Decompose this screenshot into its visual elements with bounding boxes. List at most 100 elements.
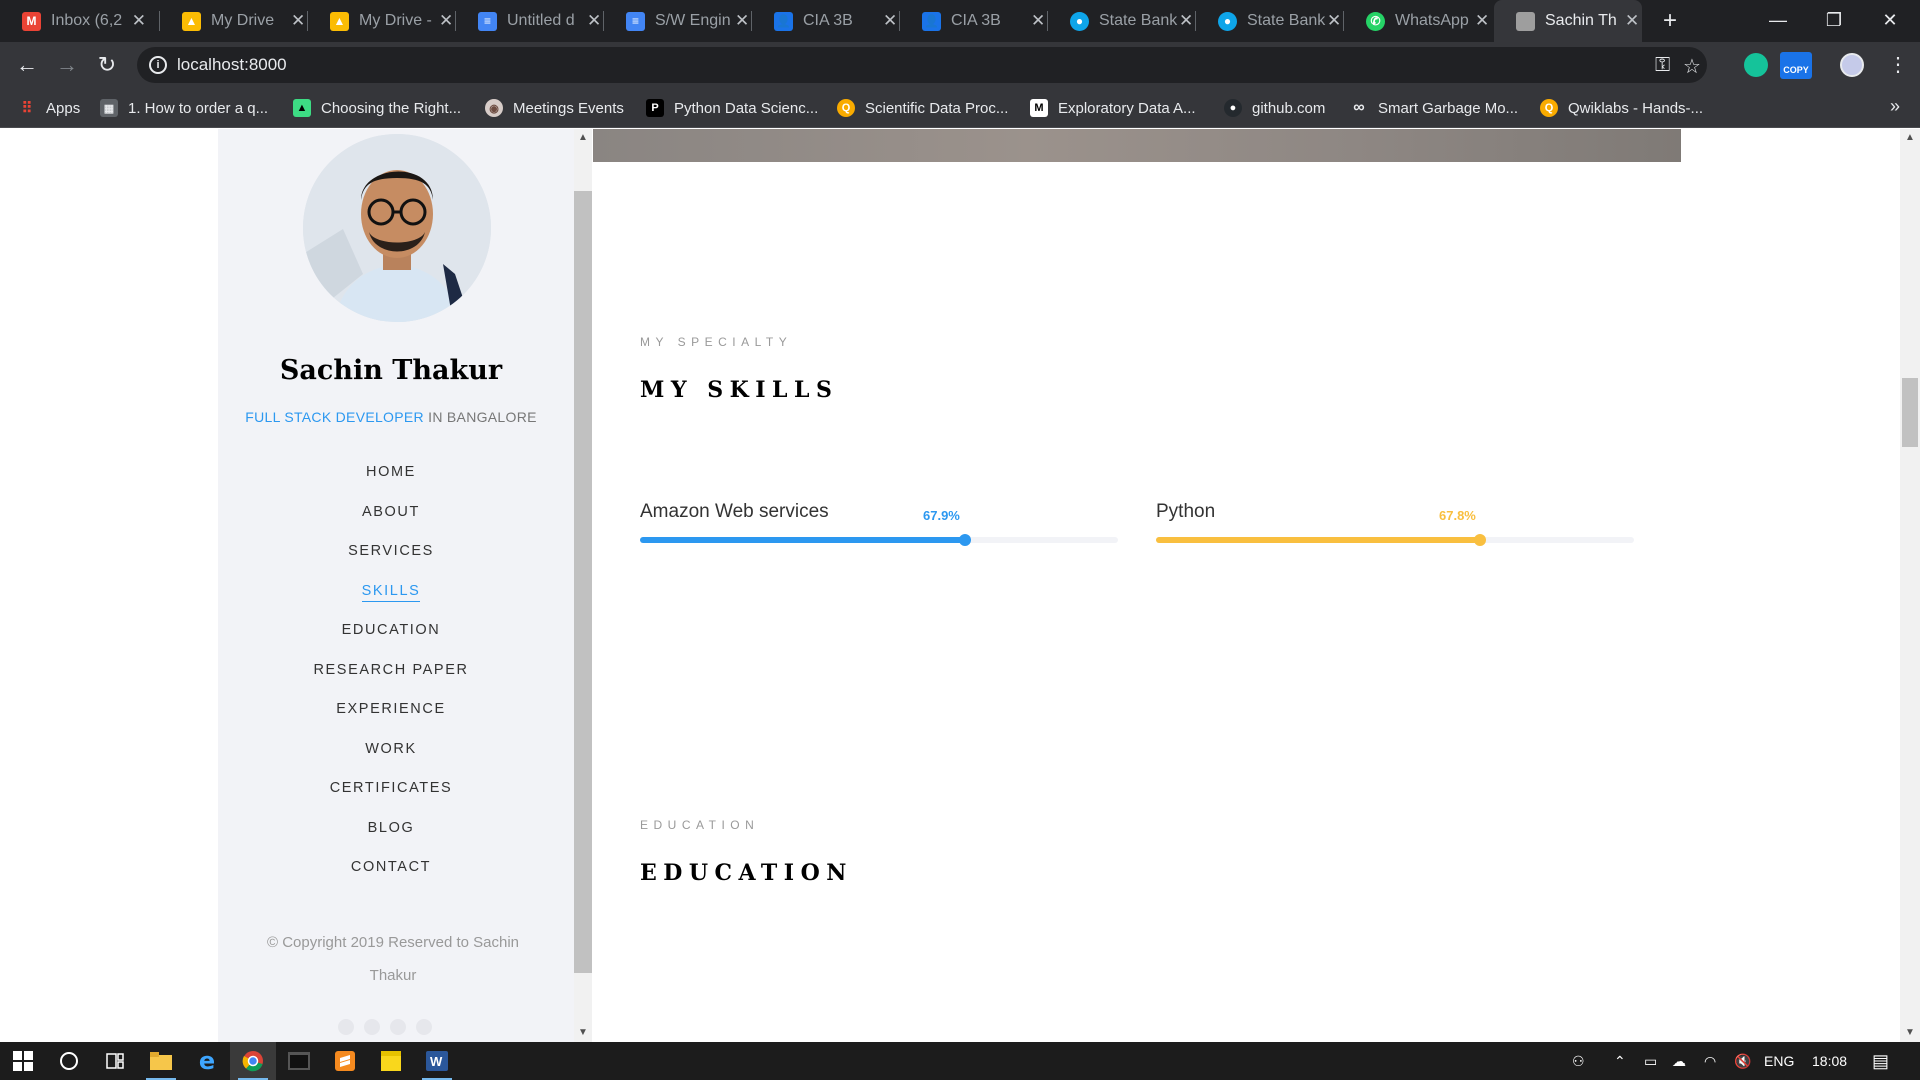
progress-fill [640,537,965,543]
bookmark-star-icon[interactable]: ☆ [1683,54,1701,79]
minimize-icon[interactable]: — [1750,0,1806,42]
tab[interactable]: ≡ Untitled d ✕ [456,0,604,42]
bookmark-item[interactable]: Q Scientific Data Proc... [837,88,1008,128]
bookmark-item[interactable]: ▲ Choosing the Right... [293,88,461,128]
meetings-icon: ◉ [485,99,503,117]
address-bar[interactable]: i localhost:8000 ⚿ ☆ [137,47,1707,83]
nav-research-paper[interactable]: RESEARCH PAPER [313,662,468,678]
bookmark-item[interactable]: M Exploratory Data A... [1030,88,1196,128]
profile-photo-icon [1516,11,1535,31]
bookmark-item[interactable]: ● github.com [1224,88,1325,128]
cortana-search-icon[interactable] [46,1042,92,1080]
close-tab-icon[interactable]: ✕ [587,11,601,31]
social-icon[interactable] [364,1019,380,1035]
clock[interactable]: 18:08 [1812,1042,1847,1080]
social-icon[interactable] [390,1019,406,1035]
close-tab-icon[interactable]: ✕ [1031,11,1045,31]
close-tab-icon[interactable]: ✕ [291,11,305,31]
copy-extension-icon[interactable]: COPY [1780,52,1812,79]
scroll-down-arrow-icon[interactable]: ▼ [574,1024,592,1042]
tab[interactable]: ▲ My Drive - ✕ [308,0,456,42]
social-icon[interactable] [338,1019,354,1035]
close-tab-icon[interactable]: ✕ [1475,11,1489,31]
tab[interactable]: M Inbox (6,2 ✕ [0,0,160,42]
nav-home[interactable]: HOME [366,464,416,480]
forward-icon[interactable]: → [52,50,82,80]
language-indicator[interactable]: ENG [1764,1042,1794,1080]
wifi-icon[interactable]: ◠ [1704,1042,1716,1080]
education-title: EDUCATION [640,860,853,886]
edge-browser-icon[interactable]: e [184,1042,230,1080]
profile-avatar-icon[interactable] [1840,53,1864,77]
reload-icon[interactable]: ↻ [92,50,122,80]
bookmark-item[interactable]: ▦ 1. How to order a q... [100,88,268,128]
tab[interactable]: 👤 CIA 3B ✕ [752,0,900,42]
tab[interactable]: ▲ My Drive ✕ [160,0,308,42]
page-scroll-thumb[interactable] [1902,378,1918,447]
onedrive-icon[interactable]: ☁ [1672,1042,1686,1080]
tray-chevron-icon[interactable]: ⌃ [1614,1042,1626,1080]
bookmark-label: Qwiklabs - Hands-... [1568,99,1704,117]
bookmark-item[interactable]: ◉ Meetings Events [485,88,624,128]
menu-kebab-icon[interactable]: ⋮ [1888,52,1908,77]
nav-skills[interactable]: SKILLS [361,582,421,602]
nav-experience[interactable]: EXPERIENCE [336,701,445,717]
nav-contact[interactable]: CONTACT [351,859,431,875]
nav-certificates[interactable]: CERTIFICATES [330,780,453,796]
page-scrollbar[interactable]: ▲ ▼ [1900,129,1920,1042]
tab[interactable]: ≡ S/W Engin ✕ [604,0,752,42]
close-tab-icon[interactable]: ✕ [883,11,897,31]
more-bookmarks-icon[interactable]: » [1890,96,1900,117]
android-icon: ▲ [293,99,311,117]
bookmark-item[interactable]: Q Qwiklabs - Hands-... [1540,88,1703,128]
bookmark-apps[interactable]: ⠿ Apps [18,88,81,128]
restore-icon[interactable]: ❐ [1806,0,1862,42]
new-tab-icon[interactable]: + [1656,7,1684,35]
google-docs-icon: ≡ [478,11,497,31]
battery-icon[interactable]: ▭ [1644,1042,1657,1080]
notifications-icon[interactable]: ▤ [1872,1042,1889,1080]
close-tab-icon[interactable]: ✕ [132,11,146,31]
grammarly-icon[interactable] [1744,53,1768,77]
tab[interactable]: 👤 CIA 3B ✕ [900,0,1048,42]
tab[interactable]: ● State Bank ✕ [1048,0,1196,42]
skills-eyebrow: MY SPECIALTY [640,335,793,349]
sidebar-scrollbar[interactable]: ▲ ▼ [574,129,592,1042]
sticky-notes-icon[interactable] [368,1042,414,1080]
scroll-down-arrow-icon[interactable]: ▼ [1900,1024,1920,1042]
close-tab-icon[interactable]: ✕ [1625,11,1639,31]
close-tab-icon[interactable]: ✕ [735,11,749,31]
scroll-up-arrow-icon[interactable]: ▲ [1900,129,1920,147]
nav-education[interactable]: EDUCATION [342,622,441,638]
nav-blog[interactable]: BLOG [368,820,415,836]
back-icon[interactable]: ← [12,50,42,80]
volume-muted-icon[interactable]: 🔇 [1734,1042,1751,1080]
url-text[interactable]: localhost:8000 [177,55,287,75]
sublime-text-icon[interactable] [322,1042,368,1080]
nav-about[interactable]: ABOUT [362,504,420,520]
tab[interactable]: ✆ WhatsApp ✕ [1344,0,1492,42]
social-icon[interactable] [416,1019,432,1035]
site-info-icon[interactable]: i [149,56,167,74]
nav-services[interactable]: SERVICES [348,543,434,559]
task-view-icon[interactable] [92,1042,138,1080]
close-tab-icon[interactable]: ✕ [1179,11,1193,31]
scroll-up-arrow-icon[interactable]: ▲ [574,129,592,147]
nav-work[interactable]: WORK [365,741,417,757]
terminal-icon[interactable] [276,1042,322,1080]
bookmark-item[interactable]: P Python Data Scienc... [646,88,818,128]
tab-active[interactable]: Sachin Th ✕ [1494,0,1642,42]
close-tab-icon[interactable]: ✕ [1327,11,1341,31]
windows-start-icon[interactable] [0,1042,46,1080]
people-icon[interactable]: ⚇ [1572,1042,1585,1080]
bookmark-item[interactable]: ∞ Smart Garbage Mo... [1350,88,1518,128]
github-icon: ● [1224,99,1242,117]
close-window-icon[interactable]: ✕ [1862,0,1918,42]
sidebar-scroll-thumb[interactable] [574,191,592,973]
key-icon[interactable]: ⚿ [1655,54,1670,77]
chrome-icon[interactable] [230,1042,276,1080]
tab[interactable]: ● State Bank ✕ [1196,0,1344,42]
close-tab-icon[interactable]: ✕ [439,11,453,31]
word-icon[interactable]: W [414,1042,460,1080]
file-explorer-icon[interactable] [138,1042,184,1080]
